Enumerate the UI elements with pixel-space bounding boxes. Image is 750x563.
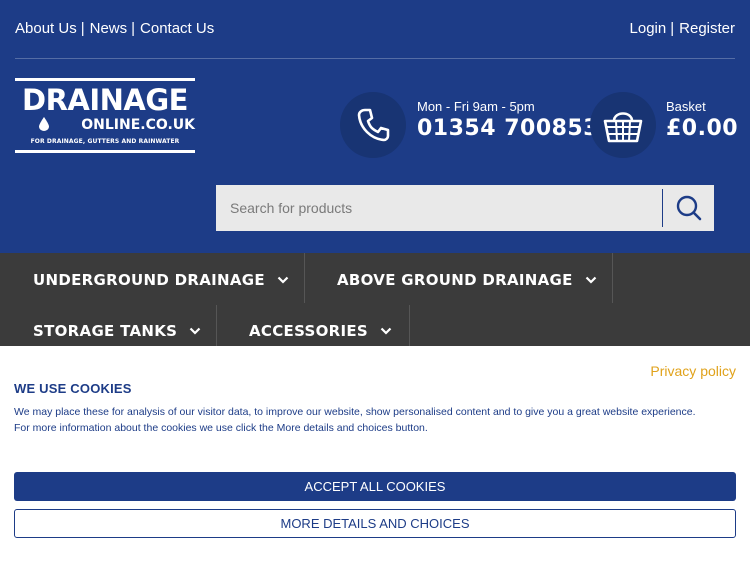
nav-item-label: UNDERGROUND DRAINAGE — [33, 271, 265, 289]
news-link[interactable]: News — [90, 20, 128, 37]
site-logo[interactable]: DRAINAGE ONLINE.CO.UK FOR DRAINAGE, GUTT… — [15, 78, 195, 153]
water-drop-icon — [39, 117, 49, 131]
cookie-title: WE USE COOKIES — [14, 381, 132, 396]
phone-hours: Mon - Fri 9am - 5pm — [417, 99, 535, 114]
link-separator: | — [131, 20, 136, 37]
logo-sub-text: ONLINE.CO.UK — [81, 117, 195, 133]
chevron-down-icon — [380, 327, 392, 335]
about-us-link[interactable]: About Us — [15, 20, 77, 37]
contact-us-link[interactable]: Contact Us — [140, 20, 214, 37]
basket-icon[interactable] — [590, 92, 656, 158]
register-link[interactable]: Register — [679, 20, 735, 37]
basket-total[interactable]: £0.00 — [666, 116, 738, 141]
search-input[interactable] — [216, 185, 661, 231]
accept-all-cookies-button[interactable]: ACCEPT ALL COOKIES — [14, 472, 736, 501]
logo-tagline: FOR DRAINAGE, GUTTERS AND RAINWATER — [30, 138, 180, 145]
phone-number[interactable]: 01354 700853 — [417, 116, 599, 141]
top-links: About Us | News | Contact Us — [15, 20, 214, 37]
logo-main-text: DRAINAGE — [22, 83, 188, 117]
nav-item-label: ABOVE GROUND DRAINAGE — [337, 271, 573, 289]
more-details-button[interactable]: MORE DETAILS AND CHOICES — [14, 509, 736, 538]
chevron-down-icon — [189, 327, 201, 335]
nav-divider — [612, 253, 613, 303]
login-link[interactable]: Login — [630, 20, 667, 37]
search-button[interactable] — [663, 185, 714, 231]
search-bar — [216, 185, 714, 231]
nav-item-label: ACCESSORIES — [249, 322, 369, 340]
phone-icon[interactable] — [340, 92, 406, 158]
cookie-banner: Privacy policy WE USE COOKIES We may pla… — [0, 346, 750, 563]
nav-item-above-ground-drainage[interactable]: ABOVE GROUND DRAINAGE — [304, 254, 597, 306]
site-header: About Us | News | Contact Us Login | Reg… — [0, 0, 750, 253]
search-icon — [676, 195, 701, 221]
cookie-text-line: For more information about the cookies w… — [14, 422, 428, 434]
account-links: Login | Register — [630, 20, 735, 37]
link-separator: | — [80, 20, 85, 37]
cookie-text: We may place these for analysis of our v… — [14, 404, 736, 436]
chevron-down-icon — [585, 276, 597, 284]
nav-item-label: STORAGE TANKS — [33, 322, 178, 340]
privacy-policy-link[interactable]: Privacy policy — [650, 363, 736, 379]
cookie-text-line: We may place these for analysis of our v… — [14, 406, 696, 418]
chevron-down-icon — [277, 276, 289, 284]
link-separator: | — [670, 20, 675, 37]
basket-label: Basket — [666, 99, 706, 114]
nav-item-underground-drainage[interactable]: UNDERGROUND DRAINAGE — [0, 254, 289, 306]
header-divider — [15, 58, 735, 59]
